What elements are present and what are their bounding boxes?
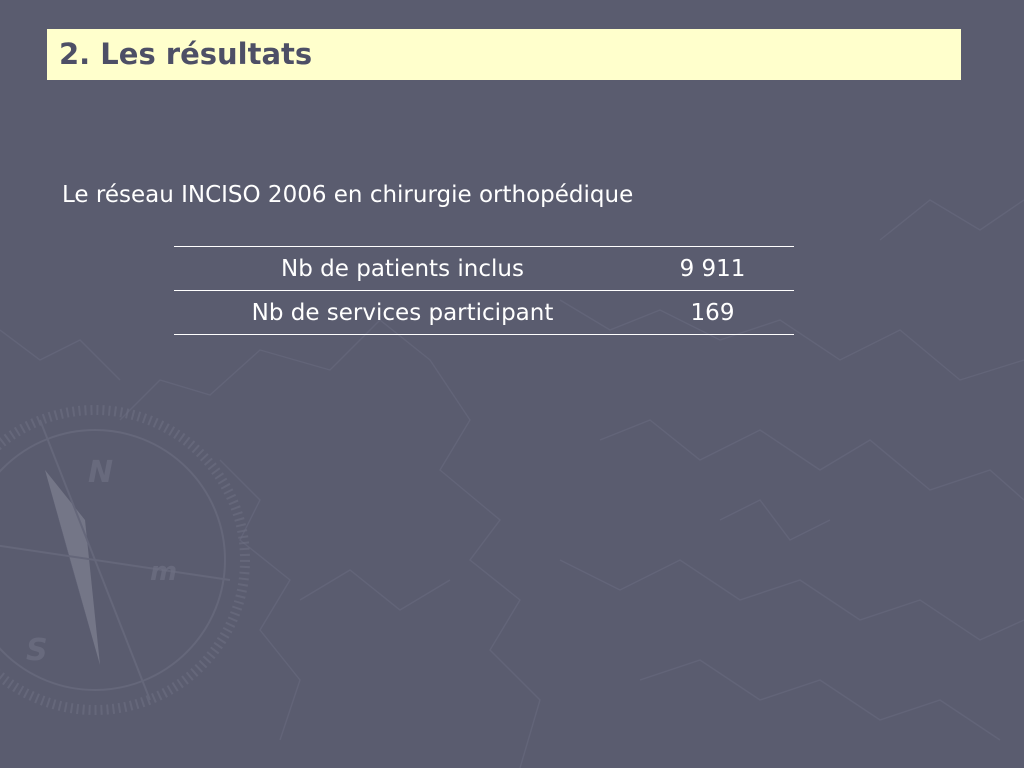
results-table: Nb de patients inclus 9 911 Nb de servic… — [174, 246, 794, 335]
compass-letter-m: m — [150, 557, 177, 587]
slide-title: 2. Les résultats — [59, 37, 313, 71]
compass-letter-n: N — [88, 455, 113, 490]
row-value: 9 911 — [631, 246, 794, 291]
compass-letter-s: S — [26, 633, 48, 668]
table-row: Nb de patients inclus 9 911 — [174, 246, 794, 291]
background-map-compass: N S m — [0, 199, 1024, 768]
title-bar: 2. Les résultats — [47, 29, 961, 80]
row-label: Nb de patients inclus — [174, 246, 631, 291]
row-value: 169 — [631, 290, 794, 335]
slide-subtitle: Le réseau INCISO 2006 en chirurgie ortho… — [62, 182, 634, 208]
row-label: Nb de services participant — [174, 290, 631, 335]
table-row: Nb de services participant 169 — [174, 290, 794, 335]
